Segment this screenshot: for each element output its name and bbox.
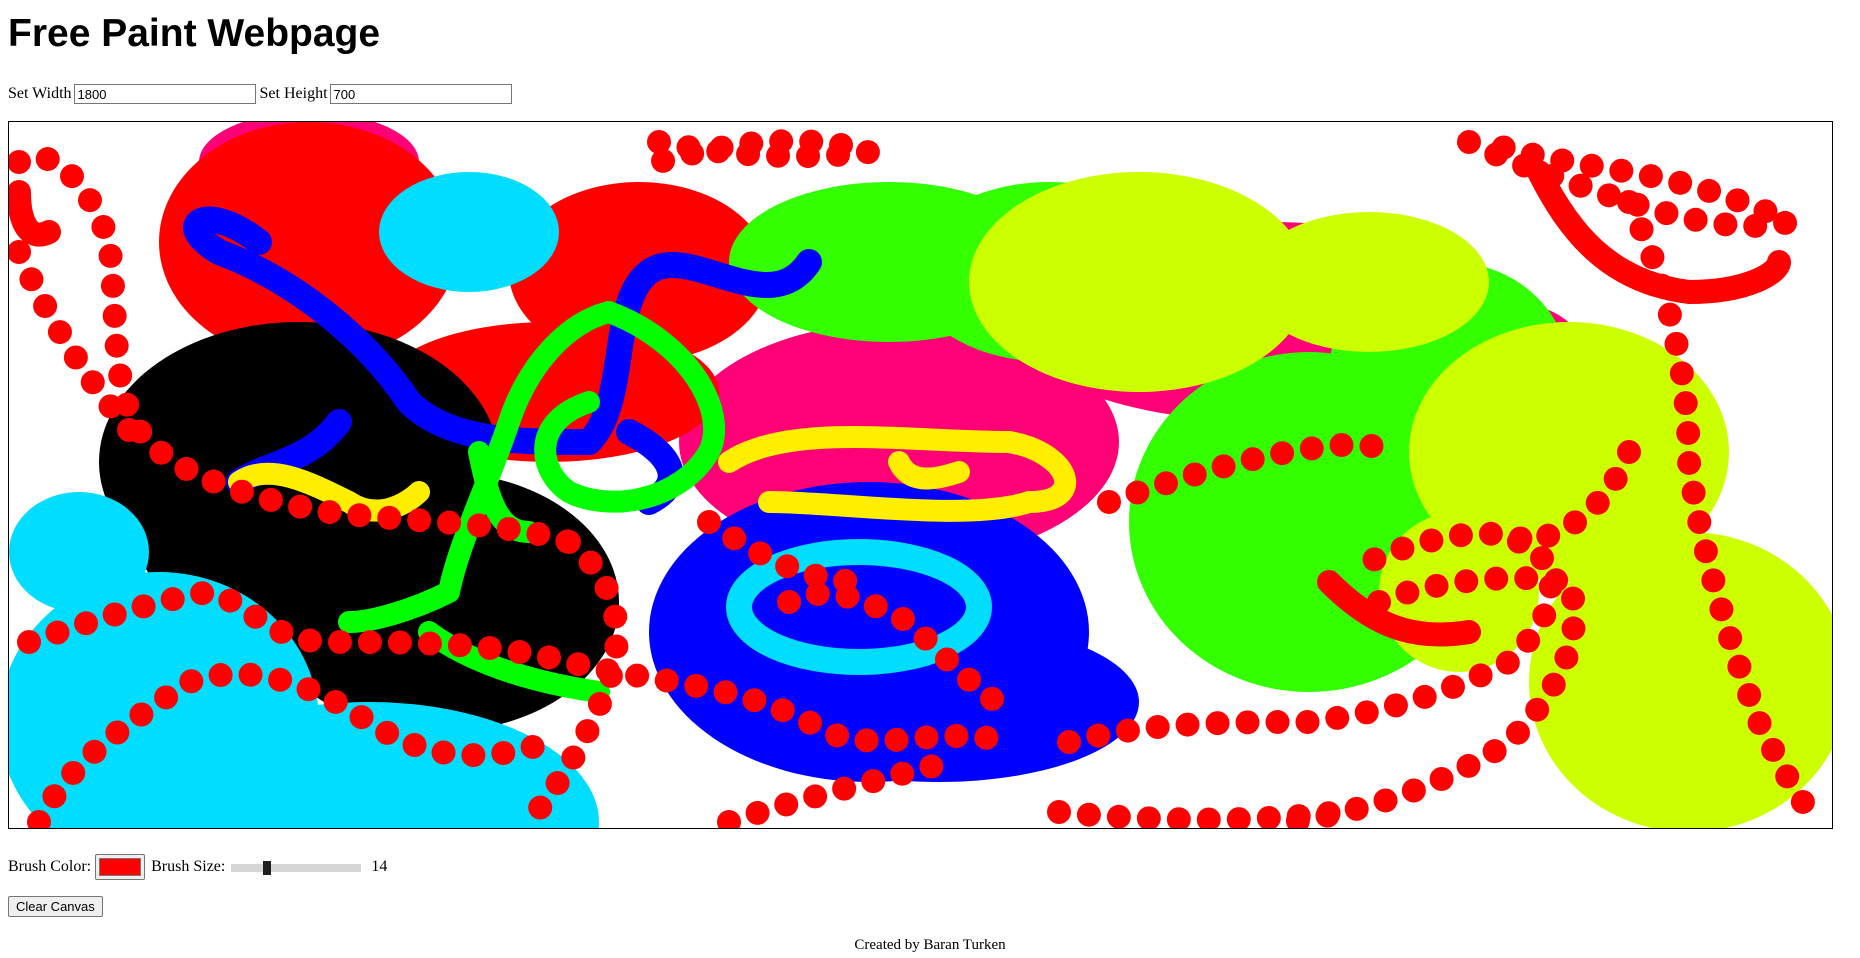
height-input[interactable] — [329, 84, 512, 104]
slider-thumb[interactable] — [263, 861, 272, 875]
height-label: Set Height — [259, 85, 328, 102]
brush-size-label: Brush Size: — [151, 858, 226, 875]
canvas-drawing[interactable] — [9, 122, 1833, 829]
size-controls: Set Width Set Height — [8, 82, 516, 106]
slider-track — [231, 864, 362, 872]
brush-color-fill — [99, 858, 142, 876]
width-label: Set Width — [8, 85, 72, 102]
footer-credit: Created by Baran Turken — [854, 937, 1006, 953]
brush-controls: Brush Color: Brush Size: 14 — [8, 852, 387, 882]
brush-color-picker[interactable] — [95, 854, 146, 880]
paint-canvas[interactable] — [8, 121, 1833, 829]
brush-size-value: 14 — [371, 858, 388, 875]
brush-color-label: Brush Color: — [8, 858, 92, 875]
clear-canvas-button[interactable]: Clear Canvas — [8, 896, 103, 917]
width-input[interactable] — [73, 84, 256, 104]
brush-size-slider[interactable] — [231, 861, 362, 875]
page-title: Free Paint Webpage — [8, 12, 381, 55]
